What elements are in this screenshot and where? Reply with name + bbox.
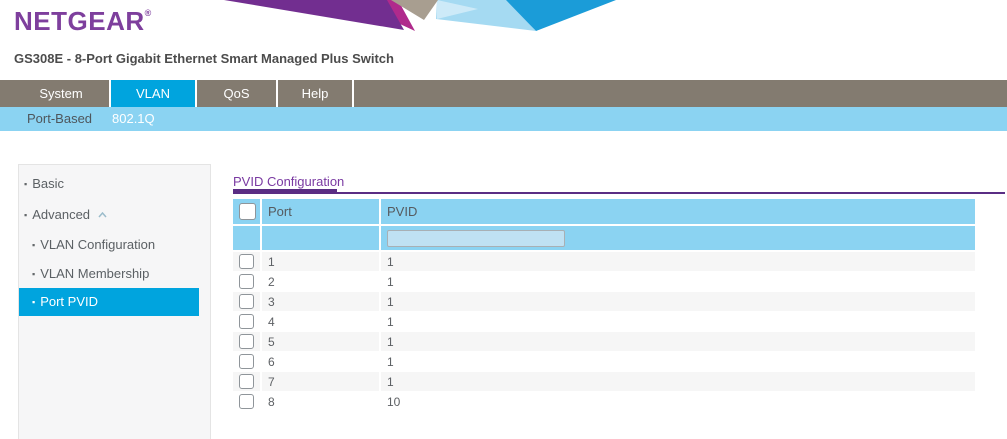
page: NETGEAR® GS308E - 8-Port Gigabit Etherne…	[0, 0, 1007, 439]
tab-help[interactable]: Help	[278, 80, 354, 107]
bullet-icon: ▪	[32, 269, 35, 279]
title-underline-accent	[233, 189, 337, 194]
tab-qos[interactable]: QoS	[197, 80, 278, 107]
port-cell: 4	[262, 312, 381, 331]
port-cell: 3	[262, 292, 381, 311]
row-checkbox[interactable]	[239, 374, 254, 389]
sidebar-item-label: VLAN Configuration	[40, 237, 155, 252]
select-all-checkbox[interactable]	[239, 203, 256, 220]
registered-trademark: ®	[145, 8, 152, 18]
sidebar-item-label: Port PVID	[40, 294, 98, 309]
sidebar-item-label: Advanced	[32, 207, 90, 222]
page-title: PVID Configuration	[233, 174, 344, 189]
column-header-port: Port	[262, 199, 381, 224]
sub-nav: Port-Based 802.1Q	[0, 107, 1007, 131]
port-cell: 6	[262, 352, 381, 371]
port-cell: 5	[262, 332, 381, 351]
netgear-logo: NETGEAR®	[14, 6, 152, 37]
table-row: 6 1	[233, 352, 975, 371]
pvid-cell: 1	[381, 252, 975, 271]
product-title: GS308E - 8-Port Gigabit Ethernet Smart M…	[14, 51, 394, 66]
bullet-icon: ▪	[32, 240, 35, 250]
sidebar-item-label: Basic	[32, 176, 64, 191]
main-nav: System VLAN QoS Help	[0, 80, 1007, 107]
tab-system[interactable]: System	[13, 80, 111, 107]
bullet-icon: ▪	[24, 179, 27, 189]
table-row: 8 10	[233, 392, 975, 411]
row-checkbox[interactable]	[239, 354, 254, 369]
port-cell: 2	[262, 272, 381, 291]
table-filter-row	[233, 226, 975, 250]
pvid-cell: 1	[381, 292, 975, 311]
sidebar-item-label: VLAN Membership	[40, 266, 149, 281]
sidebar-item-vlan-membership[interactable]: ▪ VLAN Membership	[19, 265, 210, 283]
bullet-icon: ▪	[32, 297, 35, 307]
sidebar-item-basic[interactable]: ▪ Basic	[19, 175, 210, 193]
sidebar-item-port-pvid[interactable]: ▪ Port PVID	[19, 288, 199, 316]
table-row: 4 1	[233, 312, 975, 331]
table-header-row: Port PVID	[233, 199, 975, 224]
pvid-cell: 1	[381, 272, 975, 291]
subnav-item-port-based[interactable]: Port-Based	[27, 107, 92, 131]
title-underline	[233, 192, 1005, 194]
table-body: 1 1 2 1 3 1 4 1 5 1	[233, 252, 975, 411]
pvid-cell: 1	[381, 312, 975, 331]
bullet-icon: ▪	[24, 210, 27, 220]
subnav-item-8021q[interactable]: 802.1Q	[112, 107, 155, 131]
filter-pvid-cell	[381, 226, 975, 250]
table-row: 1 1	[233, 252, 975, 271]
tab-vlan[interactable]: VLAN	[111, 80, 197, 107]
sidebar-item-advanced[interactable]: ▪ Advanced	[19, 206, 210, 224]
port-cell: 8	[262, 392, 381, 411]
pvid-cell: 10	[381, 392, 975, 411]
filter-checkbox-cell	[233, 226, 262, 250]
netgear-logo-text: NETGEAR	[14, 6, 145, 36]
pvid-cell: 1	[381, 332, 975, 351]
sidebar: ▪ Basic ▪ Advanced ▪ VLAN Configuration ▪ VL…	[18, 164, 211, 439]
row-checkbox[interactable]	[239, 334, 254, 349]
row-checkbox[interactable]	[239, 274, 254, 289]
sidebar-item-vlan-configuration[interactable]: ▪ VLAN Configuration	[19, 236, 210, 254]
table-row: 2 1	[233, 272, 975, 291]
pvid-table: Port PVID 1 1 2 1 3 1	[233, 199, 975, 412]
filter-port-cell	[262, 226, 381, 250]
port-cell: 1	[262, 252, 381, 271]
port-cell: 7	[262, 372, 381, 391]
table-row: 7 1	[233, 372, 975, 391]
table-row: 5 1	[233, 332, 975, 351]
row-checkbox[interactable]	[239, 254, 254, 269]
row-checkbox[interactable]	[239, 314, 254, 329]
pvid-cell: 1	[381, 352, 975, 371]
column-header-pvid: PVID	[381, 199, 975, 224]
pvid-cell: 1	[381, 372, 975, 391]
row-checkbox[interactable]	[239, 294, 254, 309]
table-row: 3 1	[233, 292, 975, 311]
chevron-up-icon	[98, 212, 107, 218]
pvid-filter-input[interactable]	[387, 230, 565, 247]
row-checkbox[interactable]	[239, 394, 254, 409]
select-all-cell	[233, 199, 262, 224]
